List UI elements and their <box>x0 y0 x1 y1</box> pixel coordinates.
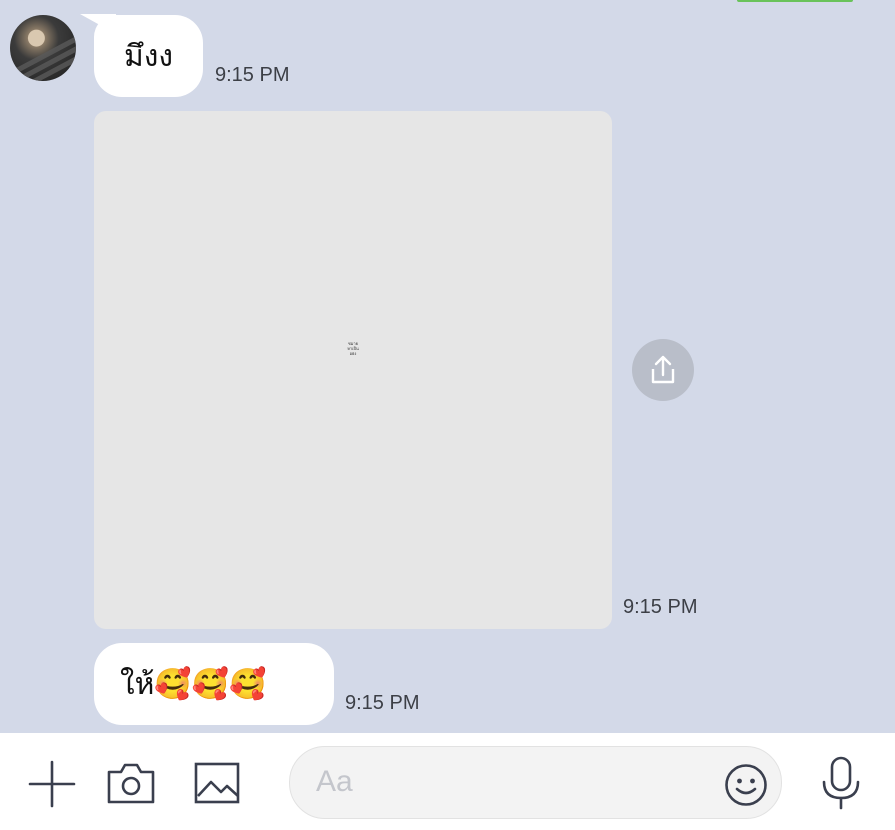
previous-message-edge <box>737 0 853 2</box>
message-time-1: 9:15 PM <box>215 64 290 86</box>
image-tiny-text: ชมาย หาเป็น อย่ง <box>347 340 359 356</box>
image-icon[interactable] <box>194 762 240 804</box>
microphone-icon[interactable] <box>820 756 862 810</box>
share-icon <box>651 355 675 384</box>
message-text-1: มึงง <box>123 38 174 74</box>
message-time-2: 9:15 PM <box>623 596 698 618</box>
camera-icon[interactable] <box>106 760 156 806</box>
chat-area: มึงง 9:15 PM ชมาย หาเป็น อย่ง 9:15 PM ให… <box>0 0 895 733</box>
emoji-icon[interactable] <box>724 763 768 807</box>
share-button[interactable] <box>632 339 694 401</box>
message-time-3: 9:15 PM <box>345 692 420 714</box>
avatar[interactable] <box>10 15 76 81</box>
message-bubble-1[interactable]: มึงง <box>94 15 203 97</box>
message-text-3: ให้🥰🥰🥰 <box>120 666 267 702</box>
image-message[interactable]: ชมาย หาเป็น อย่ง <box>94 111 612 629</box>
message-bubble-3[interactable]: ให้🥰🥰🥰 <box>94 643 334 725</box>
message-input-placeholder: Aa <box>316 765 353 798</box>
plus-icon[interactable] <box>28 760 76 808</box>
message-input[interactable]: Aa <box>289 746 782 819</box>
